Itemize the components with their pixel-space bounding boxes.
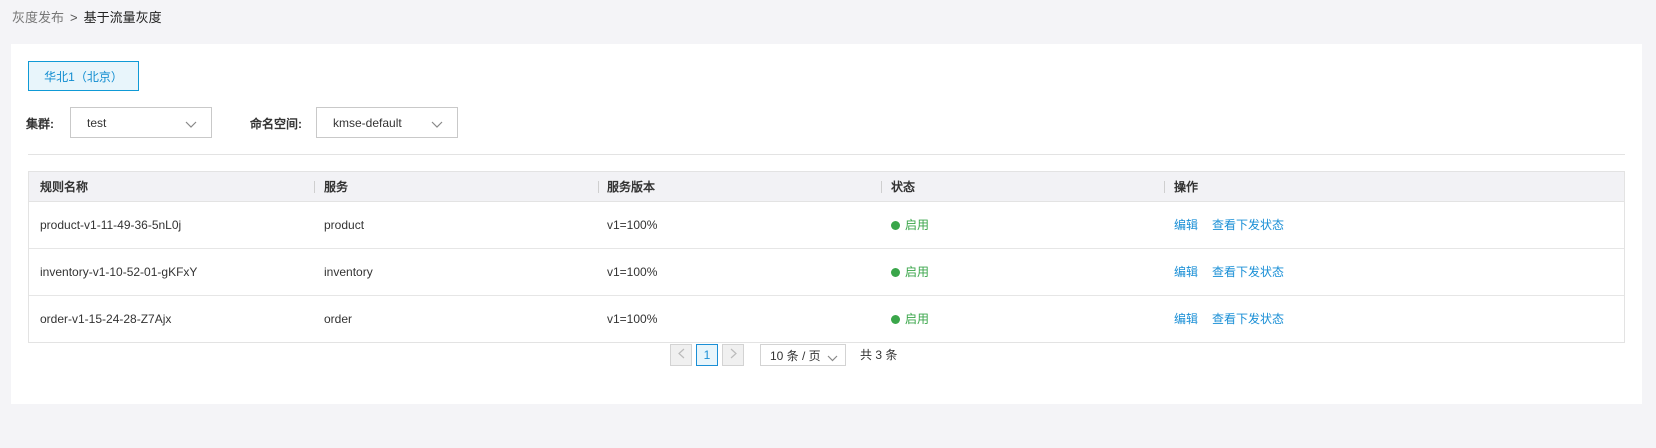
cluster-select[interactable]: test [70, 107, 212, 138]
edit-link[interactable]: 编辑 [1174, 265, 1198, 279]
column-divider [314, 181, 315, 193]
rule-name: inventory-v1-10-52-01-gKFxY [40, 265, 198, 279]
service-name: product [324, 218, 365, 232]
status-dot-icon [891, 221, 900, 230]
breadcrumb-separator: > [70, 10, 78, 25]
view-status-link[interactable]: 查看下发状态 [1212, 312, 1284, 326]
status-dot-icon [891, 268, 900, 277]
column-divider [881, 181, 882, 193]
status-badge: 启用 [891, 312, 929, 326]
status-text: 启用 [905, 218, 930, 232]
column-divider [598, 181, 599, 193]
status-text: 启用 [905, 265, 930, 279]
main-panel: 华北1（北京） 集群: test 命名空间: kmse-default 规则名称… [11, 44, 1642, 404]
status-dot-icon [891, 315, 900, 324]
namespace-select-value: kmse-default [333, 116, 402, 130]
rules-table: 规则名称 服务 服务版本 状态 操作 product-v1-11-49-36-5… [28, 171, 1625, 343]
rule-name: order-v1-15-24-28-Z7Ajx [40, 312, 172, 326]
column-header-rule-name: 规则名称 [40, 180, 89, 194]
service-name: order [324, 312, 353, 326]
service-version: v1=100% [607, 218, 658, 232]
breadcrumb-current: 基于流量灰度 [83, 10, 162, 25]
divider [28, 154, 1625, 155]
rule-name: product-v1-11-49-36-5nL0j [40, 218, 182, 232]
column-header-actions: 操作 [1174, 180, 1199, 194]
column-header-status: 状态 [891, 180, 916, 194]
status-badge: 启用 [891, 265, 929, 279]
table-row: product-v1-11-49-36-5nL0j product v1=100… [29, 202, 1624, 249]
chevron-down-icon [185, 118, 197, 132]
view-status-link[interactable]: 查看下发状态 [1212, 218, 1284, 232]
table-row: order-v1-15-24-28-Z7Ajx order v1=100% 启用… [29, 296, 1624, 342]
service-version: v1=100% [607, 312, 658, 326]
breadcrumb-parent[interactable]: 灰度发布 [12, 10, 64, 25]
chevron-left-icon [677, 348, 685, 362]
next-page-button[interactable] [722, 344, 744, 366]
chevron-down-icon [431, 118, 443, 132]
page-size-value: 10 条 / 页 [770, 349, 821, 363]
column-header-version: 服务版本 [607, 180, 656, 194]
row-actions: 编辑 查看下发状态 [1174, 265, 1298, 279]
row-actions: 编辑 查看下发状态 [1174, 218, 1298, 232]
column-divider [1164, 181, 1165, 193]
view-status-link[interactable]: 查看下发状态 [1212, 265, 1284, 279]
namespace-label: 命名空间: [250, 117, 302, 131]
table-header: 规则名称 服务 服务版本 状态 操作 [29, 172, 1624, 202]
edit-link[interactable]: 编辑 [1174, 312, 1198, 326]
prev-page-button[interactable] [670, 344, 692, 366]
cluster-label: 集群: [26, 117, 54, 131]
chevron-right-icon [730, 348, 737, 362]
page-size-select[interactable]: 10 条 / 页 [760, 344, 846, 366]
table-row: inventory-v1-10-52-01-gKFxY inventory v1… [29, 249, 1624, 296]
breadcrumb: 灰度发布 > 基于流量灰度 [12, 10, 162, 26]
chevron-down-icon [827, 351, 838, 365]
service-name: inventory [324, 265, 373, 279]
edit-link[interactable]: 编辑 [1174, 218, 1198, 232]
page-number-button[interactable]: 1 [696, 344, 718, 366]
column-header-service: 服务 [324, 180, 349, 194]
total-count: 共 3 条 [860, 348, 898, 362]
region-tab[interactable]: 华北1（北京） [28, 61, 139, 91]
service-version: v1=100% [607, 265, 658, 279]
row-actions: 编辑 查看下发状态 [1174, 312, 1298, 326]
cluster-select-value: test [87, 116, 107, 130]
status-text: 启用 [905, 312, 930, 326]
namespace-select[interactable]: kmse-default [316, 107, 458, 138]
status-badge: 启用 [891, 218, 929, 232]
